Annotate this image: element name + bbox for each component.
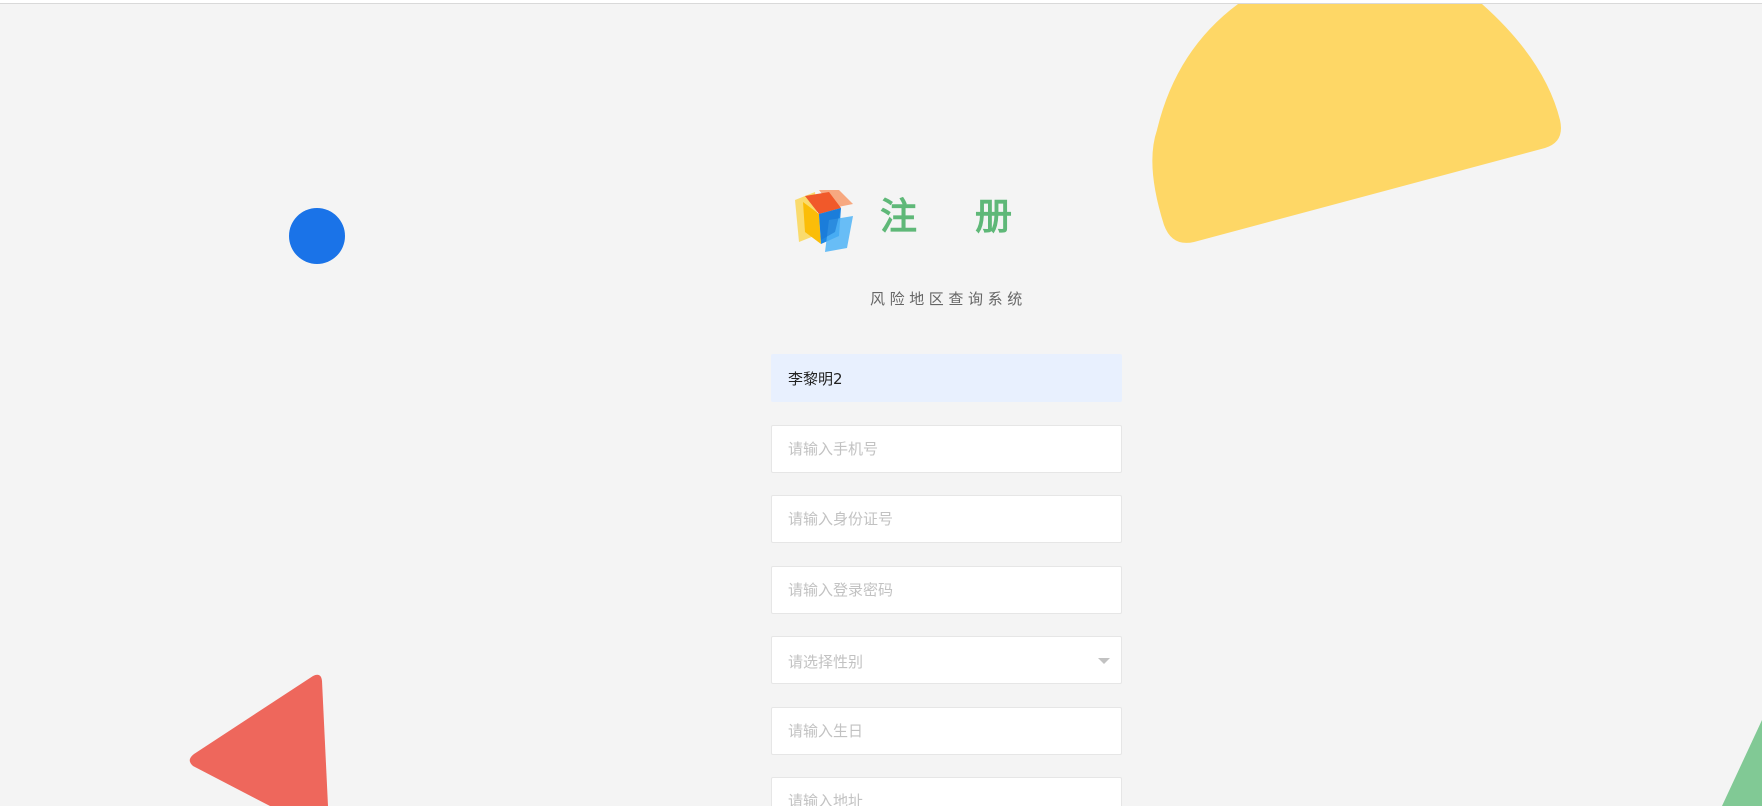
page-title: 注册 xyxy=(880,195,1070,238)
background-decorations xyxy=(189,4,1762,806)
register-page: 注册 风险地区查询系统 请选择性别 xyxy=(0,0,1762,806)
password-input[interactable] xyxy=(771,566,1122,614)
gender-select-placeholder: 请选择性别 xyxy=(788,653,864,671)
blue-circle-decoration xyxy=(289,208,345,264)
cube-logo-icon xyxy=(789,186,863,258)
red-triangle-decoration xyxy=(189,674,328,806)
birthday-input[interactable] xyxy=(771,707,1122,755)
green-triangle-decoration xyxy=(1722,720,1762,806)
gender-select[interactable]: 请选择性别 xyxy=(771,636,1122,684)
address-input[interactable] xyxy=(771,777,1122,806)
phone-input[interactable] xyxy=(771,425,1122,473)
chevron-down-icon[interactable] xyxy=(1098,658,1110,664)
id-card-input[interactable] xyxy=(771,495,1122,543)
name-input[interactable] xyxy=(771,354,1122,402)
yellow-semicircle-decoration xyxy=(1152,4,1561,243)
page-subtitle: 风险地区查询系统 xyxy=(870,290,1027,308)
